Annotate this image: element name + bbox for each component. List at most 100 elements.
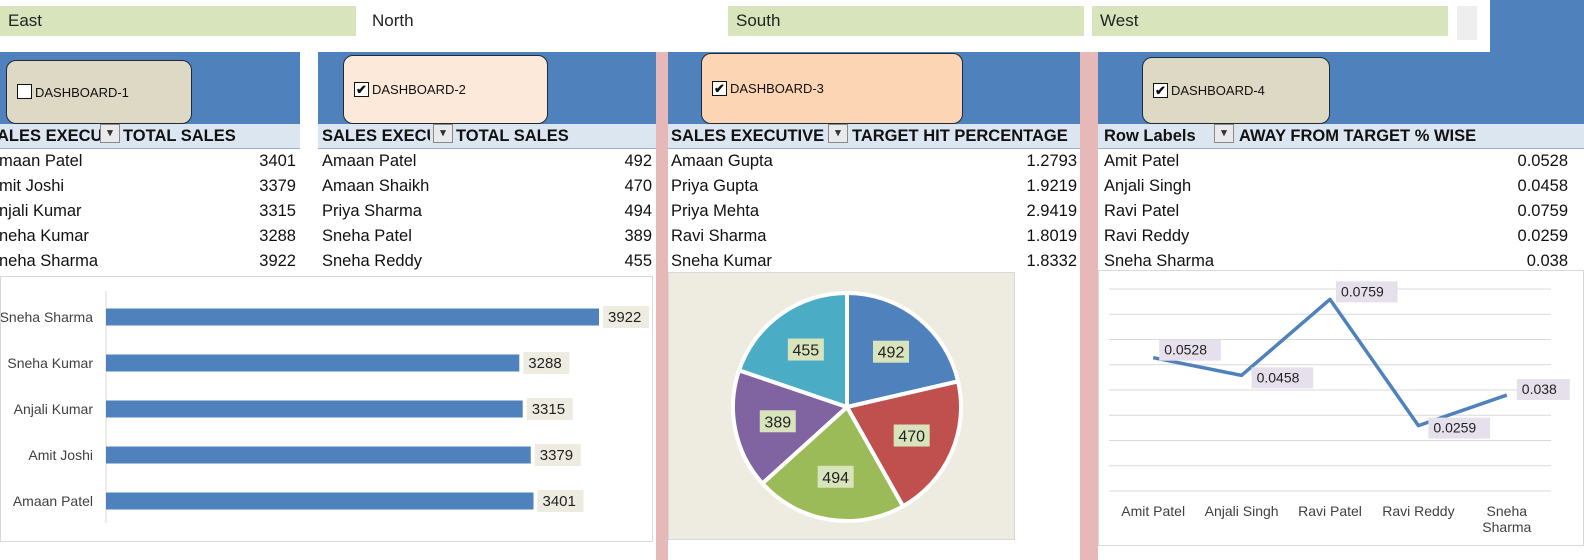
pivot-1-header: SALES EXECUTIVE ▾ TOTAL SALES (0, 124, 300, 149)
pie-chart-container[interactable]: 492 470 494 389 455 (668, 272, 1015, 540)
row-name: Amit Patel (1104, 152, 1180, 170)
row-value: 1.8019 (1026, 227, 1077, 245)
table-row: Sneha Kumar 1.8332 (671, 249, 1077, 274)
row-value: 3401 (259, 152, 296, 170)
dashboard-2-checkbox[interactable]: ✔ (354, 81, 369, 97)
data-label: 3379 (540, 447, 573, 464)
pivot-table-1: SALES EXECUTIVE ▾ TOTAL SALES Amaan Pate… (0, 124, 300, 274)
data-label: 0.0259 (1433, 420, 1476, 436)
data-label: 492 (878, 345, 905, 362)
data-label: 0.0458 (1257, 369, 1300, 385)
data-label: 494 (822, 470, 849, 487)
data-label: 3401 (543, 493, 576, 510)
funnel-filter-icon[interactable]: ▾ (828, 124, 848, 143)
pivot-3-col2: TARGET HIT PERCENTAGE (852, 127, 1068, 145)
dashboard-2-button[interactable]: ✔ DASHBOARD-2 (343, 55, 548, 124)
slicer-south[interactable]: South (728, 6, 1084, 36)
data-label: 455 (792, 343, 819, 360)
row-value: 0.0458 (1517, 177, 1568, 195)
row-name: Amaan Patel (0, 152, 83, 170)
table-row: Amaan Patel 492 (322, 149, 652, 174)
table-row: Sneha Reddy 455 (322, 249, 652, 274)
dashboard-3-checkbox[interactable]: ✔ (712, 80, 727, 96)
table-row: Priya Gupta 1.9219 (671, 174, 1077, 199)
category-label: Anjali Singh (1205, 503, 1279, 519)
row-value: 389 (624, 227, 652, 245)
dashboard-4-checkbox[interactable]: ✔ (1153, 82, 1168, 98)
pivot-table-3: SALES EXECUTIVE ▾ TARGET HIT PERCENTAGE … (668, 124, 1080, 274)
category-label: Ravi Patel (1298, 503, 1362, 519)
pie-chart: 492 470 494 389 455 (731, 290, 963, 523)
pink-strip-1 (656, 52, 668, 560)
category-label: Amit Patel (1121, 503, 1185, 519)
row-name: Sneha Patel (322, 227, 412, 245)
table-row: Amaan Patel 3401 (0, 149, 300, 174)
bar (106, 400, 523, 418)
table-row: Sneha Kumar 3288 (0, 224, 300, 249)
row-name: Amit Joshi (0, 177, 65, 195)
row-value: 0.0259 (1517, 227, 1568, 245)
table-row: Anjali Kumar 3315 (0, 199, 300, 224)
row-name: Ravi Sharma (671, 227, 767, 245)
data-label: 0.0759 (1341, 283, 1384, 299)
bar-chart-container[interactable]: Sneha Sharma 3922 Sneha Kumar 3288 Anjali Ku… (0, 276, 653, 542)
row-name: Priya Gupta (671, 177, 759, 195)
category-label: Anjali Kumar (14, 401, 94, 417)
slicer-scrollbar[interactable] (1457, 6, 1477, 40)
category-label: Sneha (1487, 503, 1528, 519)
pivot-1-col2: TOTAL SALES (123, 127, 236, 145)
pivot-2-col2: TOTAL SALES (456, 127, 569, 145)
row-name: Sneha Kumar (0, 227, 89, 245)
data-label: 389 (764, 414, 791, 431)
table-row: Amaan Gupta 1.2793 (671, 149, 1077, 174)
pivot-4-col2: AWAY FROM TARGET % WISE (1239, 127, 1477, 145)
dashboard-2-label: DASHBOARD-2 (372, 82, 466, 97)
row-value: 492 (624, 152, 652, 170)
pivot-4-header: Row Labels ▾ AWAY FROM TARGET % WISE (1098, 124, 1584, 149)
row-value: 494 (624, 202, 652, 220)
row-name: Priya Sharma (322, 202, 422, 220)
row-name: Amaan Gupta (671, 152, 773, 170)
row-name: Sneha Sharma (1104, 252, 1215, 270)
dashboard-3-label: DASHBOARD-3 (730, 81, 824, 96)
pivot-4-col1: Row Labels (1104, 127, 1196, 145)
row-value: 3922 (259, 252, 296, 270)
row-name: Ravi Patel (1104, 202, 1180, 220)
pivot-3-header: SALES EXECUTIVE ▾ TARGET HIT PERCENTAGE (668, 124, 1080, 149)
slicer-east[interactable]: East (0, 6, 356, 36)
row-name: Amaan Patel (322, 152, 417, 170)
pivot-2-header: SALES EXECUTIVE ▾ TOTAL SALES (318, 124, 656, 149)
row-name: Anjali Kumar (0, 202, 82, 220)
dashboard-4-button[interactable]: ✔ DASHBOARD-4 (1142, 57, 1330, 124)
category-label: Sharma (1482, 519, 1531, 535)
slicer-north[interactable]: North (364, 6, 720, 36)
dashboard-1-label: DASHBOARD-1 (35, 84, 129, 100)
row-value: 2.9419 (1026, 202, 1077, 220)
row-value: 455 (624, 252, 652, 270)
table-row: Priya Mehta 2.9419 (671, 199, 1077, 224)
dashboard-3-button[interactable]: ✔ DASHBOARD-3 (701, 53, 963, 124)
bar (106, 492, 534, 510)
dashboard-1-button[interactable]: DASHBOARD-1 (6, 60, 192, 124)
pivot-2-col1: SALES EXECUTIVE (322, 127, 430, 145)
data-label: 3288 (528, 355, 561, 372)
funnel-filter-icon[interactable]: ▾ (433, 124, 453, 143)
slicer-west[interactable]: West (1092, 6, 1448, 36)
funnel-filter-icon[interactable]: ▾ (100, 124, 120, 143)
data-label: 3922 (608, 309, 641, 326)
dashboard-1-checkbox[interactable] (17, 84, 32, 99)
funnel-filter-icon[interactable]: ▾ (1214, 124, 1234, 143)
pivot-table-2: SALES EXECUTIVE ▾ TOTAL SALES Amaan Pate… (318, 124, 656, 274)
row-name: Sneha Sharma (0, 252, 99, 270)
table-row: Amaan Shaikh 470 (322, 174, 652, 199)
line-chart: 0.0528 0.0458 0.0759 0.0259 0.038 Amit Patel A… (1109, 281, 1570, 535)
row-value: 470 (624, 177, 652, 195)
bar (106, 308, 599, 326)
row-value: 0.0759 (1517, 202, 1568, 220)
row-value: 3379 (259, 177, 296, 195)
row-value: 1.8332 (1026, 252, 1077, 270)
bar-chart: Sneha Sharma 3922 Sneha Kumar 3288 Anjali Ku… (0, 291, 649, 523)
line-chart-container[interactable]: 0.0528 0.0458 0.0759 0.0259 0.038 Amit Patel A… (1098, 270, 1584, 546)
table-row: Priya Sharma 494 (322, 199, 652, 224)
category-label: Amit Joshi (28, 447, 93, 463)
